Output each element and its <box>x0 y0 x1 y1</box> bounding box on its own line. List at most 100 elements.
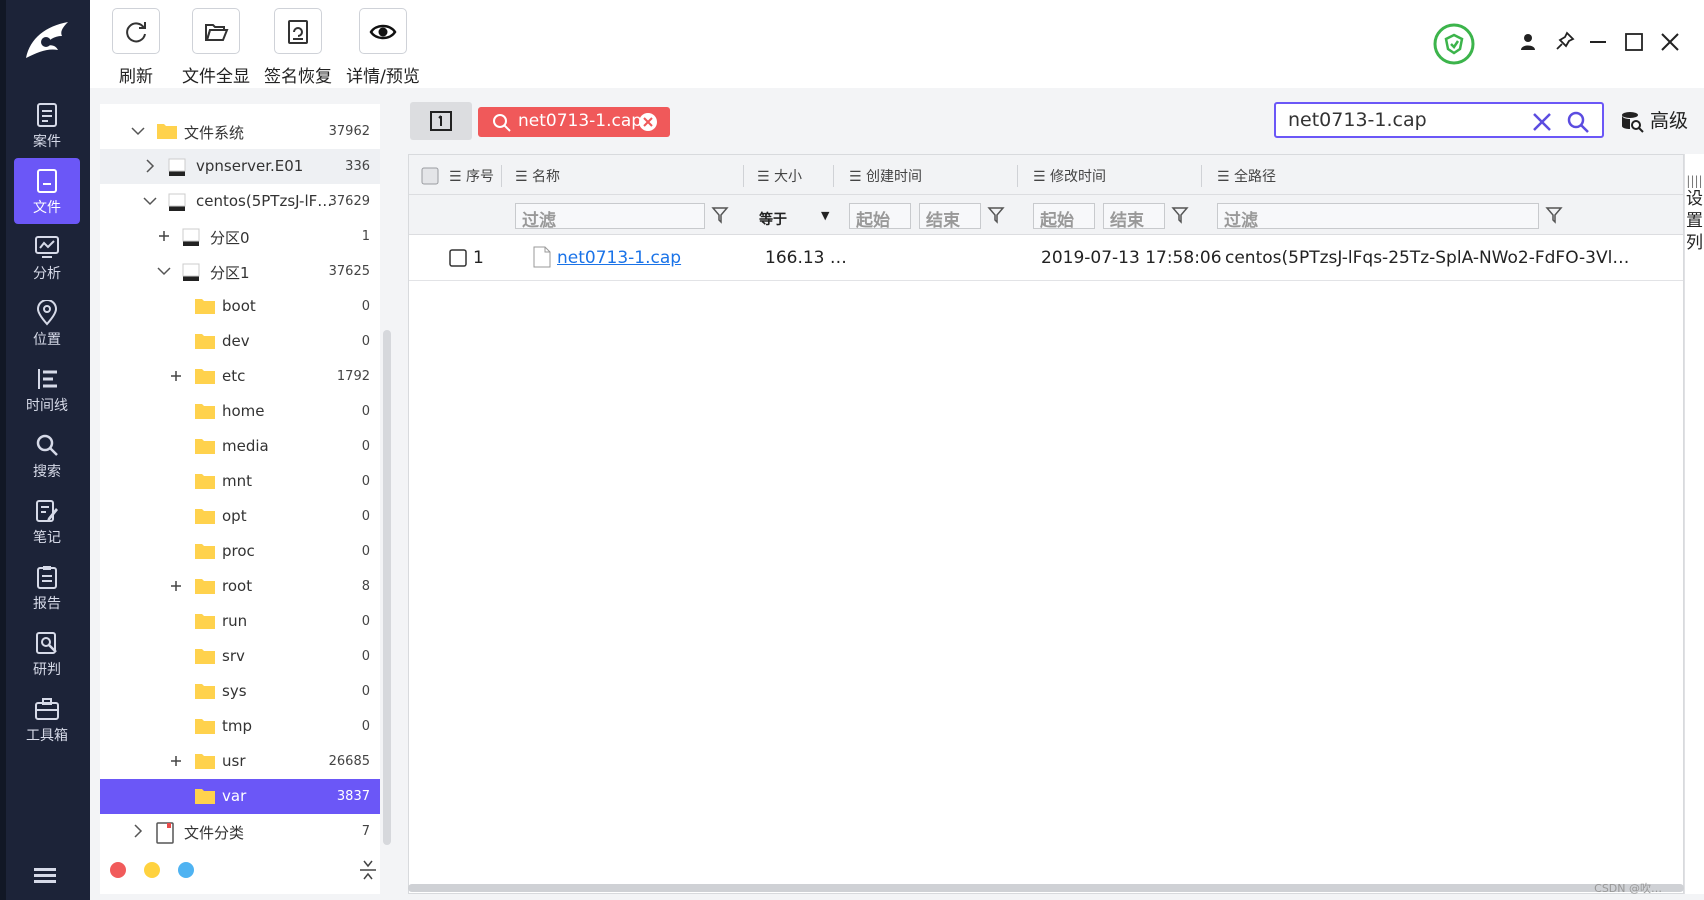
col-seq[interactable]: ☰ 序号 <box>449 166 494 186</box>
chevron-right-icon[interactable] <box>130 823 146 839</box>
user-icon[interactable] <box>1518 32 1538 52</box>
advanced-search-button[interactable]: 高级 <box>1620 106 1688 134</box>
menu-icon[interactable] <box>34 868 56 884</box>
created-end-input[interactable]: 结束 <box>919 203 981 231</box>
cell-name-link[interactable]: net0713-1.cap <box>557 248 681 268</box>
col-modified[interactable]: ☰ 修改时间 <box>1033 166 1106 186</box>
col-divider[interactable] <box>1017 165 1018 187</box>
filter-icon[interactable] <box>987 206 1005 224</box>
col-name[interactable]: ☰ 名称 <box>515 166 560 186</box>
tree-item-mnt[interactable]: mnt 0 <box>100 464 380 499</box>
chip-close-icon[interactable] <box>638 112 658 132</box>
sig-recover-button[interactable]: 签名恢复 <box>260 8 336 87</box>
chevron-down-icon[interactable] <box>142 193 158 209</box>
plus-icon[interactable] <box>168 578 184 594</box>
search-icon[interactable] <box>1566 110 1590 134</box>
col-divider[interactable] <box>833 165 834 187</box>
chevron-down-icon[interactable] <box>130 123 146 139</box>
horizontal-scrollbar[interactable] <box>408 884 1684 892</box>
folder-icon <box>157 124 177 139</box>
name-filter-input[interactable]: 过滤 <box>515 203 705 231</box>
chevron-down-icon[interactable] <box>156 263 172 279</box>
col-divider[interactable] <box>501 165 502 187</box>
status-shield-icon[interactable] <box>1432 22 1476 66</box>
tree-item-root[interactable]: root 8 <box>100 569 380 604</box>
tree-item-boot[interactable]: boot 0 <box>100 289 380 324</box>
modified-start-input[interactable]: 起始 <box>1033 203 1095 231</box>
select-all-checkbox[interactable] <box>421 167 439 185</box>
tree-label: 文件分类 <box>184 824 245 842</box>
col-path[interactable]: ☰ 全路径 <box>1217 166 1276 186</box>
nav-analysis[interactable]: 分析 <box>14 224 80 290</box>
tree-item-partition1[interactable]: 分区1 37625 <box>100 254 380 289</box>
nav-search[interactable]: 搜索 <box>14 422 80 488</box>
tree-item-proc[interactable]: proc 0 <box>100 534 380 569</box>
tree-item-var[interactable]: var 3837 <box>100 779 380 814</box>
refresh-button[interactable]: 刷新 <box>108 8 164 87</box>
plus-icon[interactable] <box>168 368 184 384</box>
tree-item-media[interactable]: media 0 <box>100 429 380 464</box>
tree-item-filesystem[interactable]: 文件系统 37962 <box>100 114 380 149</box>
file-tree: 文件系统 37962 vpnserver.E01 336 centos(5PTz… <box>100 104 380 894</box>
minimize-icon[interactable] <box>1588 40 1608 44</box>
tree-item-partition0[interactable]: 分区0 1 <box>100 219 380 254</box>
maximize-icon[interactable] <box>1624 32 1644 52</box>
layout-toggle-button[interactable] <box>410 102 472 140</box>
tree-item-tmp[interactable]: tmp 0 <box>100 709 380 744</box>
chevron-right-icon[interactable] <box>142 158 158 174</box>
tree-scrollbar[interactable] <box>383 330 391 845</box>
size-operator-select[interactable]: 等于 ▼ <box>759 209 829 229</box>
row-checkbox[interactable] <box>449 249 467 267</box>
yellow-dot-icon[interactable] <box>144 862 160 878</box>
col-divider[interactable] <box>743 165 744 187</box>
path-filter-input[interactable]: 过滤 <box>1217 203 1539 231</box>
tree-item-centos[interactable]: centos(5PTzsJ-lF… 37629 <box>100 184 380 219</box>
pin-icon[interactable] <box>1554 30 1576 52</box>
tree-item-etc[interactable]: etc 1792 <box>100 359 380 394</box>
filter-icon[interactable] <box>1545 206 1563 224</box>
collapse-all-icon[interactable] <box>358 858 378 882</box>
tree-item-home[interactable]: home 0 <box>100 394 380 429</box>
filter-icon[interactable] <box>1171 206 1189 224</box>
tree-item-dev[interactable]: dev 0 <box>100 324 380 359</box>
modified-end-input[interactable]: 结束 <box>1103 203 1165 231</box>
col-divider[interactable] <box>1201 165 1202 187</box>
nav-note[interactable]: 笔记 <box>14 488 80 554</box>
tree-item-file-category[interactable]: 文件分类 7 <box>100 814 380 849</box>
cell-seq: 1 <box>473 248 484 268</box>
column-settings-button[interactable]: |||| 设置列 <box>1684 154 1704 894</box>
col-size-label: 大小 <box>774 169 803 185</box>
tree-item-usr[interactable]: usr 26685 <box>100 744 380 779</box>
show-all-button[interactable]: 文件全显 <box>178 8 254 87</box>
search-input[interactable]: net0713-1.cap <box>1274 102 1604 138</box>
tree-item-vpnserver[interactable]: vpnserver.E01 336 <box>100 149 380 184</box>
close-icon[interactable] <box>1660 32 1680 52</box>
nav-report[interactable]: 报告 <box>14 554 80 620</box>
tree-item-sys[interactable]: sys 0 <box>100 674 380 709</box>
tree-item-srv[interactable]: srv 0 <box>100 639 380 674</box>
plus-icon[interactable] <box>168 753 184 769</box>
col-size[interactable]: ☰ 大小 <box>757 166 802 186</box>
search-chip[interactable]: net0713-1.cap <box>478 107 670 137</box>
nav-toolbox[interactable]: 工具箱 <box>14 686 80 752</box>
folder-icon <box>195 439 215 454</box>
nav-timeline[interactable]: 时间线 <box>14 356 80 422</box>
nav-judge[interactable]: 研判 <box>14 620 80 686</box>
clear-icon[interactable] <box>1532 112 1552 132</box>
blue-dot-icon[interactable] <box>178 862 194 878</box>
created-start-placeholder: 起始 <box>856 211 890 231</box>
nav-case[interactable]: 案件 <box>14 92 80 158</box>
red-dot-icon[interactable] <box>110 862 126 878</box>
plus-icon[interactable] <box>156 228 172 244</box>
nav-file[interactable]: 文件 <box>14 158 80 224</box>
tree-item-run[interactable]: run 0 <box>100 604 380 639</box>
filter-icon[interactable] <box>711 206 729 224</box>
nav-search-label: 搜索 <box>33 464 61 480</box>
table-row[interactable]: 1 net0713-1.cap 166.13 … 2019-07-13 17:5… <box>409 235 1683 281</box>
tree-item-opt[interactable]: opt 0 <box>100 499 380 534</box>
created-start-input[interactable]: 起始 <box>849 203 911 231</box>
folder-icon <box>195 754 215 769</box>
col-created[interactable]: ☰ 创建时间 <box>849 166 922 186</box>
detail-preview-button[interactable]: 详情/预览 <box>338 8 428 87</box>
nav-location[interactable]: 位置 <box>14 290 80 356</box>
